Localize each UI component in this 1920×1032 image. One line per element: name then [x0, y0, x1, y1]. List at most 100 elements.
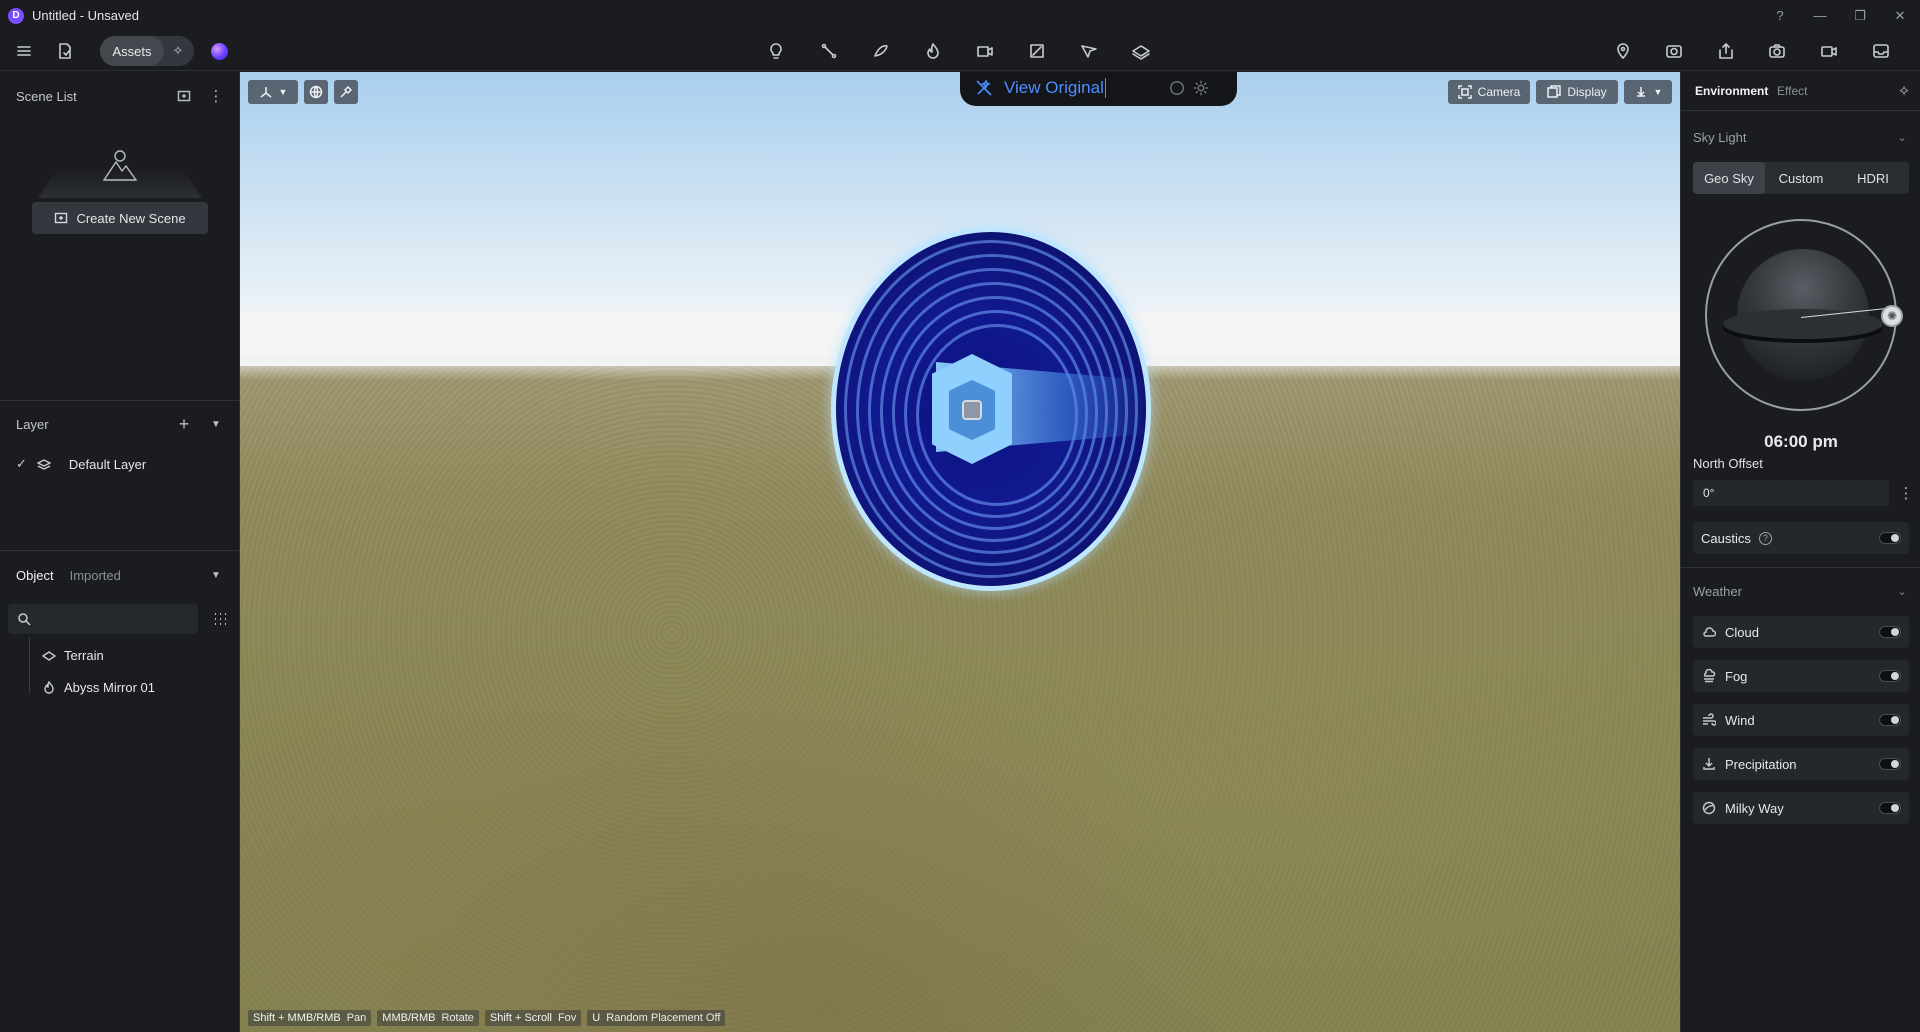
- north-offset-input[interactable]: 0°: [1693, 480, 1889, 506]
- weather-title: Weather: [1693, 584, 1742, 599]
- globe-icon: [309, 85, 323, 99]
- camera-snapshot-icon[interactable]: [1763, 37, 1791, 65]
- magic-wand-off-icon[interactable]: [974, 78, 994, 98]
- wind-icon: [1701, 712, 1717, 728]
- divider: [1681, 110, 1920, 111]
- sun-handle-icon[interactable]: ✺: [1881, 305, 1903, 327]
- chevron-down-icon[interactable]: ⌄: [1895, 130, 1909, 144]
- search-icon: [18, 613, 31, 626]
- tab-environment[interactable]: Environment: [1695, 84, 1768, 98]
- gear-icon[interactable]: [1192, 79, 1210, 97]
- ai-sparkle-icon[interactable]: ✧: [168, 41, 188, 61]
- milky-way-toggle[interactable]: [1879, 802, 1901, 814]
- cloud-toggle[interactable]: [1879, 626, 1901, 638]
- sun-position-dial[interactable]: ✺: [1705, 219, 1903, 411]
- display-icon: [1547, 85, 1562, 98]
- weather-label: Wind: [1725, 712, 1755, 728]
- help-icon[interactable]: ?: [1758, 531, 1772, 545]
- palette-icon[interactable]: [1168, 79, 1186, 97]
- weather-label: Milky Way: [1725, 800, 1784, 816]
- weather-label: Fog: [1725, 668, 1748, 684]
- caustics-toggle[interactable]: [1879, 532, 1901, 544]
- dial-ground-disk: [1723, 309, 1883, 339]
- weather-row-milky-way: Milky Way: [1693, 792, 1909, 824]
- render-icon[interactable]: [1660, 37, 1688, 65]
- layer-row-default[interactable]: ✓ Default Layer: [16, 456, 146, 472]
- hint-pan: Shift + MMB/RMB Pan: [248, 1010, 372, 1026]
- flame-icon[interactable]: [919, 37, 947, 65]
- tab-object[interactable]: Object: [16, 568, 54, 583]
- tree-item-abyss-mirror[interactable]: Abyss Mirror 01: [42, 680, 155, 695]
- milky-way-icon: [1701, 800, 1717, 816]
- 3d-viewport[interactable]: ▼ View Original Camera Display ▼ Shift +…: [240, 72, 1680, 1032]
- minimize-icon[interactable]: —: [1800, 0, 1840, 31]
- grid-view-icon[interactable]: [211, 610, 229, 628]
- abyss-mirror-object[interactable]: [836, 232, 1146, 586]
- create-new-scene-label: Create New Scene: [76, 210, 186, 226]
- snap-options-dropdown[interactable]: ▼: [1624, 80, 1672, 104]
- close-icon[interactable]: ✕: [1880, 0, 1920, 31]
- precipitation-toggle[interactable]: [1879, 758, 1901, 770]
- precipitation-icon: [1701, 756, 1717, 772]
- location-lock-icon[interactable]: [1609, 37, 1637, 65]
- more-options-icon[interactable]: ⋮: [207, 87, 225, 105]
- wind-toggle[interactable]: [1879, 714, 1901, 726]
- lasso-tool-icon[interactable]: [867, 37, 895, 65]
- sky-mode-custom[interactable]: Custom: [1765, 162, 1837, 194]
- display-button[interactable]: Display: [1536, 80, 1618, 104]
- effect-object-icon: [44, 680, 54, 694]
- tab-effect[interactable]: Effect: [1777, 84, 1807, 98]
- hamburger-menu-icon[interactable]: [10, 37, 38, 65]
- sky-light-title: Sky Light: [1693, 130, 1747, 145]
- caustics-row: Caustics ?: [1693, 522, 1909, 554]
- ai-orb-icon[interactable]: [211, 43, 228, 60]
- object-pivot-icon[interactable]: [962, 400, 982, 420]
- tree-item-terrain[interactable]: Terrain: [42, 648, 104, 663]
- media-icon[interactable]: [1023, 37, 1051, 65]
- video-capture-icon[interactable]: [971, 37, 999, 65]
- route-icon[interactable]: [1075, 37, 1103, 65]
- light-bulb-icon[interactable]: [762, 37, 790, 65]
- world-space-button[interactable]: [304, 80, 328, 104]
- add-scene-icon[interactable]: [175, 87, 193, 105]
- view-original-label[interactable]: View Original: [1004, 78, 1104, 98]
- terrain-icon: [42, 650, 56, 661]
- filter-dropdown-icon[interactable]: ▼: [207, 566, 225, 584]
- sky-mode-geo-sky[interactable]: Geo Sky: [1693, 162, 1765, 194]
- window-title: Untitled - Unsaved: [32, 8, 139, 23]
- path-tool-icon[interactable]: [815, 37, 843, 65]
- export-icon[interactable]: [1712, 37, 1740, 65]
- object-search-input[interactable]: [8, 604, 198, 634]
- restore-icon[interactable]: ❐: [1840, 0, 1880, 31]
- camera-label: Camera: [1477, 85, 1521, 99]
- assets-toggle-group: Assets ✧: [100, 36, 194, 66]
- camera-button[interactable]: Camera: [1448, 80, 1530, 104]
- fog-toggle[interactable]: [1879, 670, 1901, 682]
- checkmark-icon[interactable]: ✓: [16, 456, 27, 472]
- terrain-layer-icon[interactable]: [1127, 37, 1155, 65]
- assets-button[interactable]: Assets: [100, 36, 164, 66]
- cloud-icon: [1701, 624, 1717, 640]
- snap-tool-button[interactable]: [334, 80, 358, 104]
- inbox-icon[interactable]: [1867, 37, 1895, 65]
- file-icon[interactable]: [51, 37, 79, 65]
- help-icon[interactable]: ?: [1760, 0, 1800, 31]
- camera-frame-icon: [1457, 85, 1472, 99]
- layer-title: Layer: [16, 417, 49, 432]
- divider: [1681, 567, 1920, 568]
- sparkle-settings-icon[interactable]: ✧: [1895, 82, 1913, 100]
- filter-dropdown-icon[interactable]: ▼: [207, 415, 225, 433]
- chevron-down-icon[interactable]: ⌄: [1895, 584, 1909, 598]
- more-options-icon[interactable]: ⋮: [1897, 484, 1915, 502]
- add-layer-icon[interactable]: +: [175, 414, 193, 434]
- weather-label: Precipitation: [1725, 756, 1797, 772]
- view-original-bar: View Original: [960, 72, 1237, 106]
- sky-mode-hdri[interactable]: HDRI: [1837, 162, 1909, 194]
- scene-list-title: Scene List: [16, 89, 77, 104]
- video-record-icon[interactable]: [1815, 37, 1843, 65]
- hint-action: Rotate: [441, 1012, 474, 1024]
- transform-mode-dropdown[interactable]: ▼: [248, 80, 298, 104]
- caustics-label: Caustics: [1701, 530, 1751, 546]
- tab-imported[interactable]: Imported: [70, 568, 121, 583]
- create-new-scene-button[interactable]: Create New Scene: [32, 202, 208, 234]
